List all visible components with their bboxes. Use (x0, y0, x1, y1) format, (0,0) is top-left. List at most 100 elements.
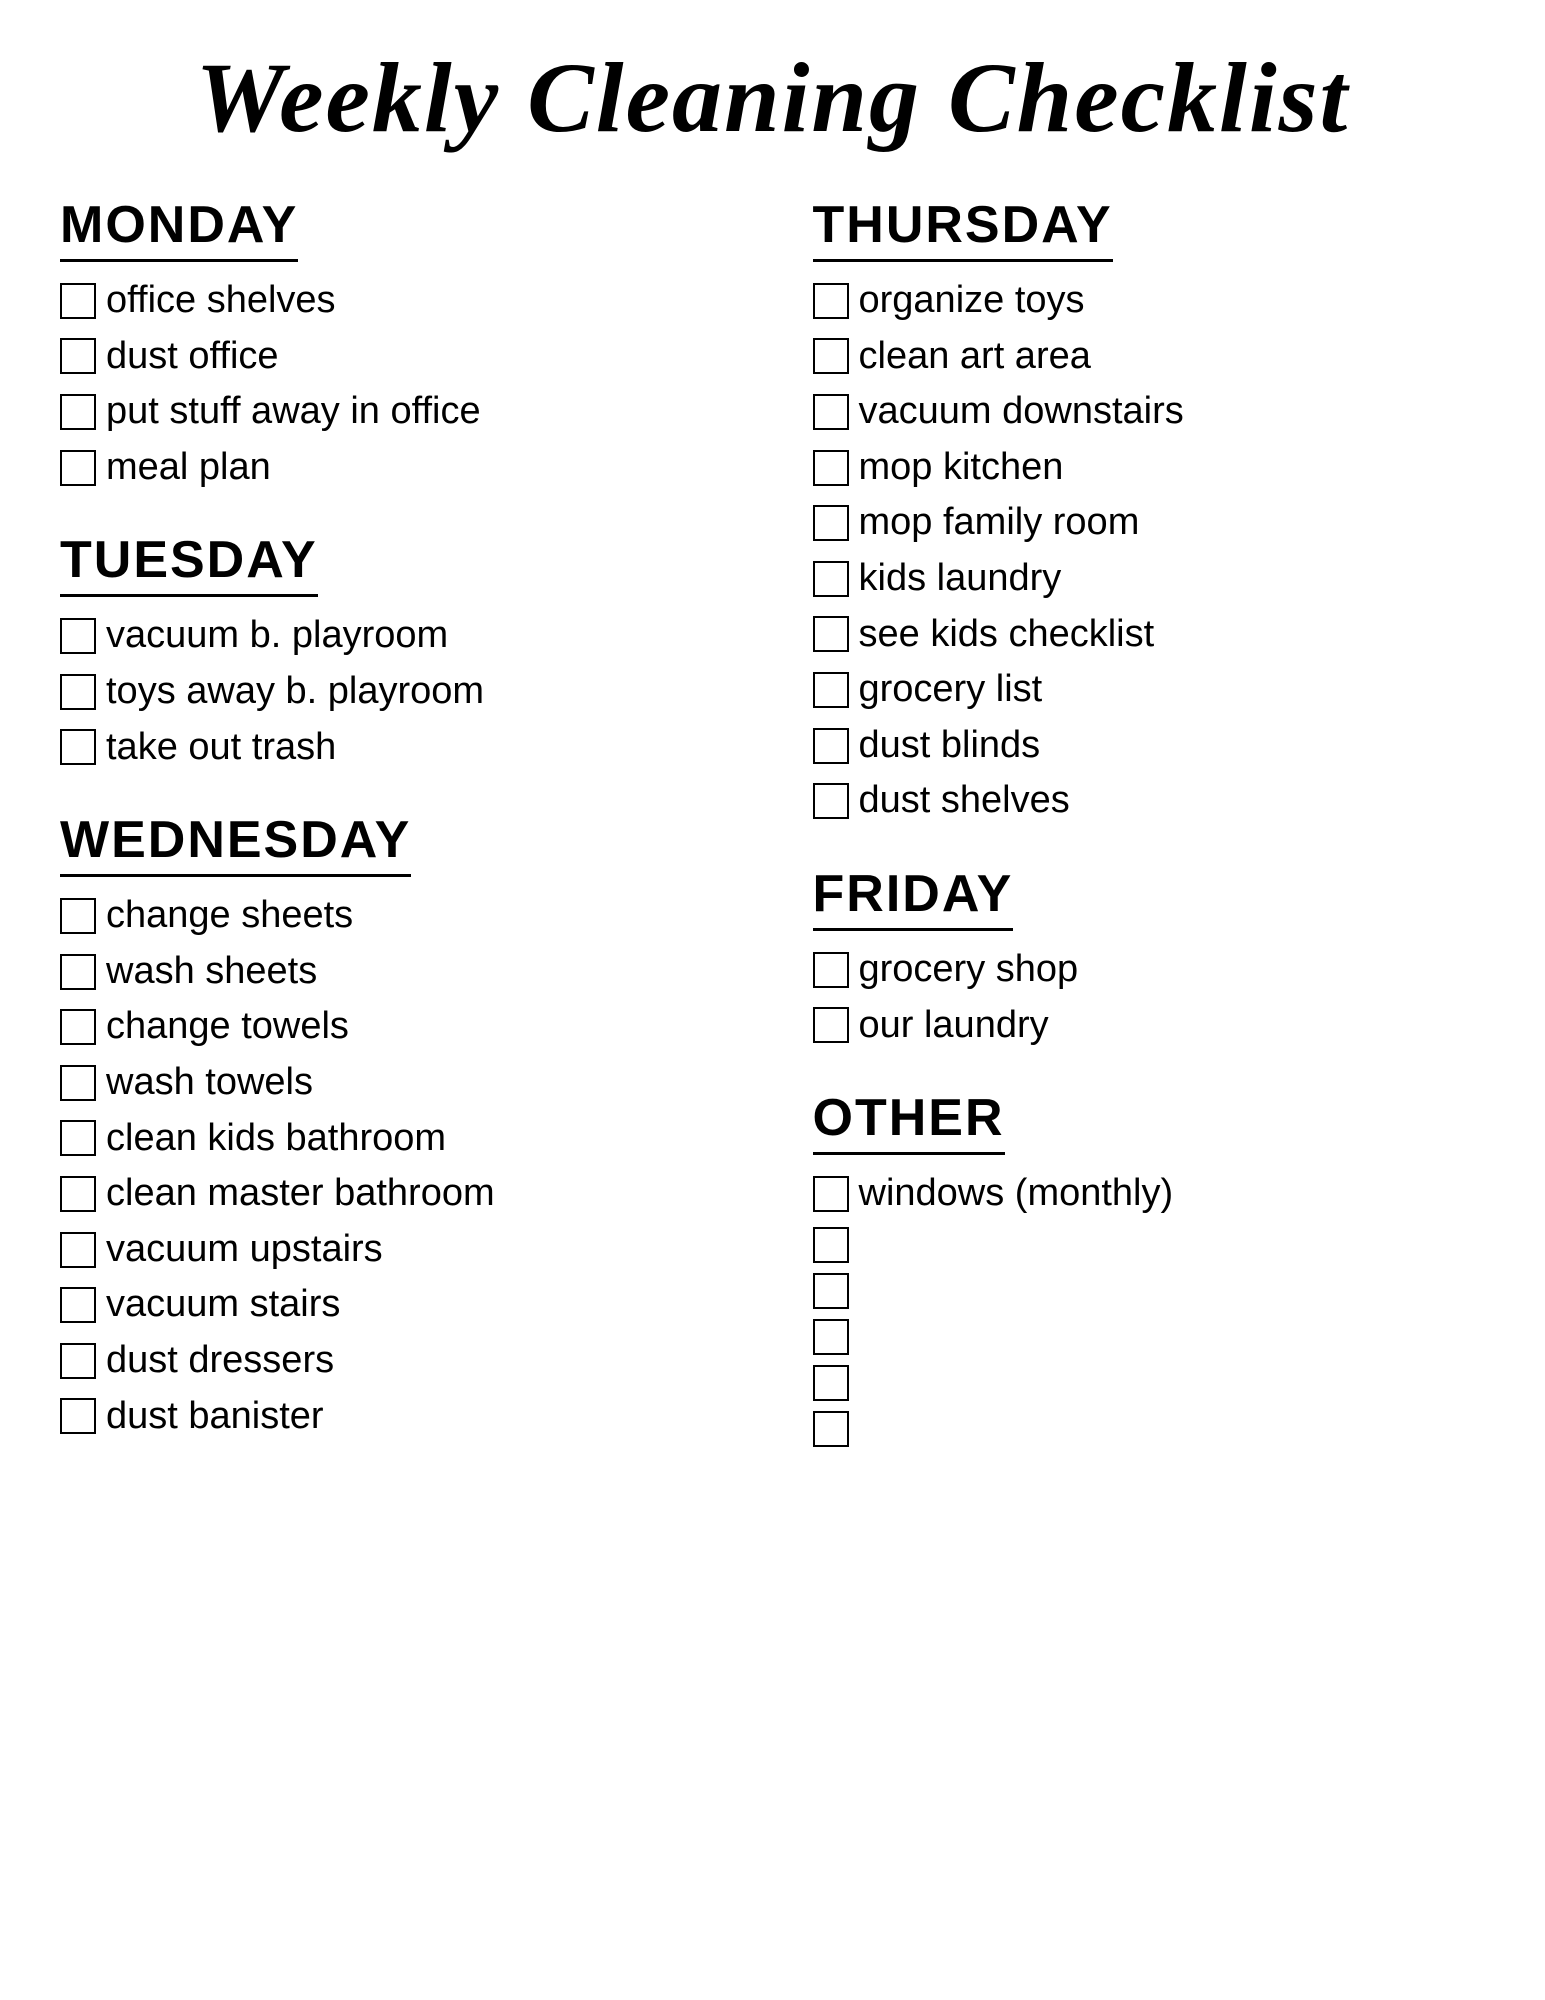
checkbox[interactable] (60, 898, 96, 934)
item-label: mop kitchen (859, 445, 1064, 491)
checkbox[interactable] (60, 1287, 96, 1323)
checkbox[interactable] (813, 728, 849, 764)
checkbox[interactable] (813, 1319, 849, 1355)
checkbox[interactable] (813, 1007, 849, 1043)
checkbox[interactable] (813, 338, 849, 374)
checkbox[interactable] (60, 674, 96, 710)
checkbox[interactable] (60, 1120, 96, 1156)
section-tuesday: TUESDAY vacuum b. playroom toys away b. pl… (60, 530, 733, 770)
list-item: clean master bathroom (60, 1171, 733, 1217)
heading-other: OTHER (813, 1088, 1005, 1155)
checklist-thursday: organize toys clean art area vacuum downst… (813, 278, 1486, 824)
list-item: meal plan (60, 445, 733, 491)
item-label: grocery shop (859, 947, 1079, 993)
checkbox[interactable] (813, 952, 849, 988)
list-item (813, 1319, 1486, 1355)
checkbox[interactable] (60, 618, 96, 654)
item-label: toys away b. playroom (106, 669, 484, 715)
checkbox[interactable] (60, 1176, 96, 1212)
item-label: organize toys (859, 278, 1085, 324)
checkbox[interactable] (60, 1009, 96, 1045)
checkbox[interactable] (60, 283, 96, 319)
checkbox[interactable] (60, 394, 96, 430)
checkbox[interactable] (60, 1065, 96, 1101)
list-item (813, 1227, 1486, 1263)
list-item (813, 1411, 1486, 1447)
list-item: vacuum upstairs (60, 1227, 733, 1273)
page-title: Weekly Cleaning Checklist (60, 40, 1485, 155)
item-label: dust blinds (859, 723, 1041, 769)
item-label: see kids checklist (859, 612, 1155, 658)
list-item: grocery list (813, 667, 1486, 713)
checkbox[interactable] (813, 561, 849, 597)
list-item: our laundry (813, 1003, 1486, 1049)
checkbox[interactable] (813, 1273, 849, 1309)
list-item: dust blinds (813, 723, 1486, 769)
checkbox[interactable] (60, 1343, 96, 1379)
checkbox[interactable] (813, 283, 849, 319)
item-label: vacuum downstairs (859, 389, 1184, 435)
item-label: grocery list (859, 667, 1043, 713)
item-label: put stuff away in office (106, 389, 481, 435)
checkbox[interactable] (813, 1176, 849, 1212)
item-label: clean master bathroom (106, 1171, 495, 1217)
list-item (813, 1365, 1486, 1401)
section-monday: MONDAYoffice shelvesdust officeput stuff… (60, 195, 733, 490)
list-item: vacuum downstairs (813, 389, 1486, 435)
item-label: clean art area (859, 334, 1091, 380)
list-item: vacuum stairs (60, 1282, 733, 1328)
list-item: mop family room (813, 500, 1486, 546)
list-item: wash sheets (60, 949, 733, 995)
checkbox[interactable] (813, 394, 849, 430)
item-label: clean kids bathroom (106, 1116, 446, 1162)
left-column: MONDAYoffice shelvesdust officeput stuff… (60, 195, 753, 1479)
checklist-tuesday: vacuum b. playroom toys away b. playroom t… (60, 613, 733, 770)
checkbox[interactable] (813, 450, 849, 486)
list-item: grocery shop (813, 947, 1486, 993)
list-item: dust banister (60, 1394, 733, 1440)
main-columns: MONDAYoffice shelvesdust officeput stuff… (60, 195, 1485, 1487)
checkbox[interactable] (813, 672, 849, 708)
list-item: mop kitchen (813, 445, 1486, 491)
item-label: vacuum b. playroom (106, 613, 448, 659)
list-item: organize toys (813, 278, 1486, 324)
checklist-monday: office shelves dust office put stuff away … (60, 278, 733, 490)
item-label: wash sheets (106, 949, 317, 995)
list-item: toys away b. playroom (60, 669, 733, 715)
checklist-wednesday: change sheetswash sheetschange towelswas… (60, 893, 733, 1439)
checkbox[interactable] (813, 616, 849, 652)
checkbox[interactable] (813, 505, 849, 541)
checkbox[interactable] (813, 783, 849, 819)
list-item: kids laundry (813, 556, 1486, 602)
heading-tuesday: TUESDAY (60, 530, 318, 597)
heading-thursday: THURSDAY (813, 195, 1113, 262)
list-item: clean kids bathroom (60, 1116, 733, 1162)
list-item: put stuff away in office (60, 389, 733, 435)
checkbox[interactable] (60, 338, 96, 374)
checklist-friday: grocery shop our laundry (813, 947, 1486, 1048)
list-item: take out trash (60, 725, 733, 771)
checkbox[interactable] (60, 1232, 96, 1268)
item-label: windows (monthly) (859, 1171, 1174, 1217)
checkbox[interactable] (813, 1365, 849, 1401)
list-item: wash towels (60, 1060, 733, 1106)
item-label: office shelves (106, 278, 336, 324)
checkbox[interactable] (813, 1411, 849, 1447)
checkbox[interactable] (60, 729, 96, 765)
checkbox[interactable] (60, 450, 96, 486)
item-label: dust banister (106, 1394, 324, 1440)
section-friday: FRIDAYgrocery shopour laundry (813, 864, 1486, 1048)
list-item: vacuum b. playroom (60, 613, 733, 659)
list-item: see kids checklist (813, 612, 1486, 658)
list-item: dust office (60, 334, 733, 380)
section-wednesday: WEDNESDAY change sheetswash sheetschange … (60, 810, 733, 1439)
heading-wednesday: WEDNESDAY (60, 810, 411, 877)
checkbox[interactable] (60, 954, 96, 990)
list-item (813, 1273, 1486, 1309)
item-label: wash towels (106, 1060, 313, 1106)
item-label: dust shelves (859, 778, 1070, 824)
item-label: vacuum upstairs (106, 1227, 383, 1273)
checkbox[interactable] (813, 1227, 849, 1263)
right-column: THURSDAY organize toys clean art area vacuu… (793, 195, 1486, 1487)
checkbox[interactable] (60, 1398, 96, 1434)
